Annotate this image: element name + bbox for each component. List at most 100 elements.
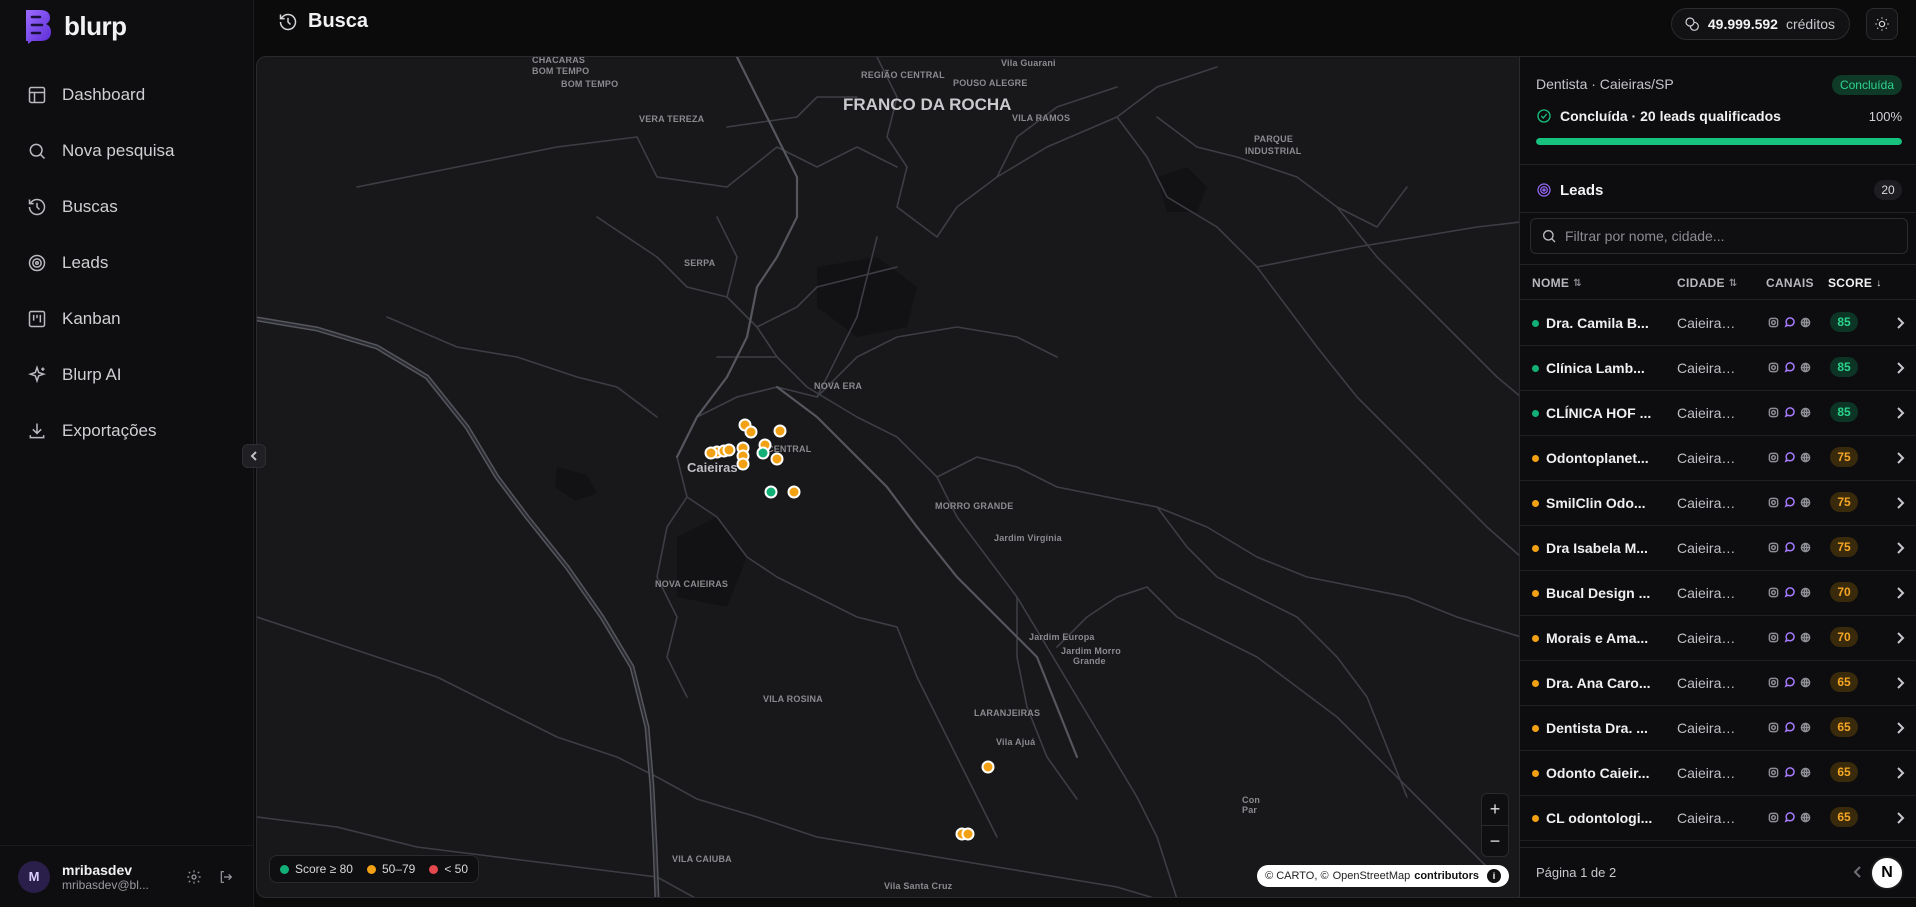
legend-label: 50–79 bbox=[381, 862, 416, 876]
status-dot bbox=[1532, 770, 1539, 777]
chevron-right-icon[interactable] bbox=[1894, 316, 1906, 330]
table-row[interactable]: Odonto Caieir... Caieiras/SP 65 bbox=[1520, 751, 1916, 796]
chevron-right-icon[interactable] bbox=[1894, 361, 1906, 375]
credits-amount: 49.999.592 bbox=[1707, 16, 1778, 32]
lead-marker[interactable] bbox=[770, 452, 784, 466]
instagram-icon bbox=[1768, 317, 1779, 328]
credits-badge[interactable]: 49.999.592 créditos bbox=[1670, 8, 1850, 40]
map-label: BOM TEMPO bbox=[561, 79, 619, 89]
table-row[interactable]: CL odontologi... Caieiras/SP 65 bbox=[1520, 796, 1916, 841]
column-label: CANAIS bbox=[1766, 276, 1814, 290]
previous-page-button[interactable] bbox=[1848, 862, 1868, 882]
logout-icon[interactable] bbox=[216, 867, 236, 887]
chevron-right-icon[interactable] bbox=[1894, 496, 1906, 510]
chevron-right-icon[interactable] bbox=[1894, 631, 1906, 645]
whatsapp-icon bbox=[1784, 317, 1795, 328]
lead-city: Caieiras/SP bbox=[1677, 585, 1737, 601]
history-icon bbox=[279, 13, 297, 30]
column-header-score[interactable]: SCORE ↓ bbox=[1828, 276, 1882, 290]
lead-marker[interactable] bbox=[981, 760, 995, 774]
lead-city: Caieiras/SP bbox=[1677, 450, 1737, 466]
lead-city: Caieiras/SP bbox=[1677, 540, 1737, 556]
lead-name: Odontoplanet... bbox=[1546, 450, 1649, 466]
whatsapp-icon bbox=[1784, 497, 1795, 508]
lead-channels bbox=[1768, 812, 1811, 823]
progress-fill bbox=[1536, 138, 1902, 145]
lead-marker[interactable] bbox=[756, 446, 770, 460]
avatar[interactable]: M bbox=[18, 860, 50, 893]
sidebar-item-blurp-ai[interactable]: Blurp AI bbox=[14, 354, 240, 396]
download-icon bbox=[26, 420, 48, 442]
sidebar-item-dashboard[interactable]: Dashboard bbox=[14, 74, 240, 116]
filter-field[interactable] bbox=[1530, 218, 1908, 254]
chevron-right-icon[interactable] bbox=[1894, 541, 1906, 555]
sidebar-item-kanban[interactable]: Kanban bbox=[14, 298, 240, 340]
whatsapp-icon bbox=[1784, 722, 1795, 733]
map-label: MORRO GRANDE bbox=[935, 501, 1014, 511]
divider bbox=[1520, 212, 1916, 213]
chevron-right-icon[interactable] bbox=[1894, 721, 1906, 735]
info-icon[interactable]: i bbox=[1487, 869, 1501, 883]
map[interactable]: CHÁCARAS BOM TEMPO BOM TEMPO VERA TEREZA… bbox=[256, 56, 1520, 898]
score-badge: 65 bbox=[1830, 672, 1858, 692]
score-badge: 85 bbox=[1830, 357, 1858, 377]
table-row[interactable]: SmilClin Odo... Caieiras/SP 75 bbox=[1520, 481, 1916, 526]
divider bbox=[1520, 164, 1916, 165]
lead-marker[interactable] bbox=[736, 457, 750, 471]
theme-toggle-button[interactable] bbox=[1866, 8, 1898, 40]
lead-name: Dra. Camila B... bbox=[1546, 315, 1649, 331]
chevron-right-icon[interactable] bbox=[1894, 811, 1906, 825]
lead-name: Dra Isabela M... bbox=[1546, 540, 1648, 556]
lead-marker[interactable] bbox=[704, 446, 718, 460]
table-row[interactable]: Dra. Ana Caro... Caieiras/SP 65 bbox=[1520, 661, 1916, 706]
table-row[interactable]: Bucal Design ... Caieiras/SP 70 bbox=[1520, 571, 1916, 616]
chevron-right-icon[interactable] bbox=[1894, 766, 1906, 780]
table-row[interactable]: Morais e Ama... Caieiras/SP 70 bbox=[1520, 616, 1916, 661]
lead-city: Caieiras/SP bbox=[1677, 675, 1737, 691]
filter-input[interactable] bbox=[1565, 228, 1885, 244]
status-dot bbox=[1532, 815, 1539, 822]
table-row[interactable]: Dentista Dra. ... Caieiras/SP 65 bbox=[1520, 706, 1916, 751]
zoom-in-button[interactable]: + bbox=[1482, 794, 1508, 825]
lead-channels bbox=[1768, 587, 1811, 598]
lead-marker[interactable] bbox=[787, 485, 801, 499]
lead-marker[interactable] bbox=[722, 443, 736, 457]
table-row[interactable]: Clínica Lamb... Caieiras/SP 85 bbox=[1520, 346, 1916, 391]
settings-gear-icon[interactable] bbox=[184, 867, 204, 887]
table-row[interactable]: Dra Isabela M... Caieiras/SP 75 bbox=[1520, 526, 1916, 571]
sidebar-item-nova-pesquisa[interactable]: Nova pesquisa bbox=[14, 130, 240, 172]
globe-icon bbox=[1800, 587, 1811, 598]
lead-name: Bucal Design ... bbox=[1546, 585, 1651, 601]
n-badge[interactable]: N bbox=[1870, 856, 1904, 890]
attribution-osm-link[interactable]: OpenStreetMap bbox=[1333, 870, 1411, 882]
lead-marker[interactable] bbox=[773, 424, 787, 438]
whatsapp-icon bbox=[1784, 677, 1795, 688]
sidebar-item-buscas[interactable]: Buscas bbox=[14, 186, 240, 228]
chevron-right-icon[interactable] bbox=[1894, 406, 1906, 420]
chevron-right-icon[interactable] bbox=[1894, 586, 1906, 600]
lead-channels bbox=[1768, 767, 1811, 778]
globe-icon bbox=[1800, 497, 1811, 508]
chevron-right-icon[interactable] bbox=[1894, 676, 1906, 690]
chevron-right-icon[interactable] bbox=[1894, 451, 1906, 465]
app-name: blurp bbox=[64, 10, 127, 41]
lead-channels bbox=[1768, 317, 1811, 328]
map-label: INDUSTRIAL bbox=[1245, 146, 1302, 156]
logo[interactable]: blurp bbox=[24, 6, 127, 46]
column-header-name[interactable]: NOME ⇅ bbox=[1532, 276, 1582, 290]
column-header-city[interactable]: CIDADE ⇅ bbox=[1677, 276, 1738, 290]
map-label: Vila Ajuá bbox=[996, 737, 1036, 747]
lead-marker[interactable] bbox=[961, 827, 975, 841]
lead-marker[interactable] bbox=[744, 425, 758, 439]
lead-marker[interactable] bbox=[764, 485, 778, 499]
column-header-channels: CANAIS bbox=[1766, 276, 1814, 290]
sidebar-item-exportacoes[interactable]: Exportações bbox=[14, 410, 240, 452]
table-row[interactable]: Odontoplanet... Caieiras/SP 75 bbox=[1520, 436, 1916, 481]
sidebar-item-leads[interactable]: Leads bbox=[14, 242, 240, 284]
zoom-out-button[interactable]: − bbox=[1482, 825, 1508, 856]
table-row[interactable]: CLÍNICA HOF ... Caieiras/SP 85 bbox=[1520, 391, 1916, 436]
table-row[interactable]: Dra. Camila B... Caieiras/SP 85 bbox=[1520, 301, 1916, 346]
collapse-sidebar-button[interactable] bbox=[242, 444, 266, 468]
instagram-icon bbox=[1768, 362, 1779, 373]
lead-city: Caieiras/SP bbox=[1677, 315, 1737, 331]
